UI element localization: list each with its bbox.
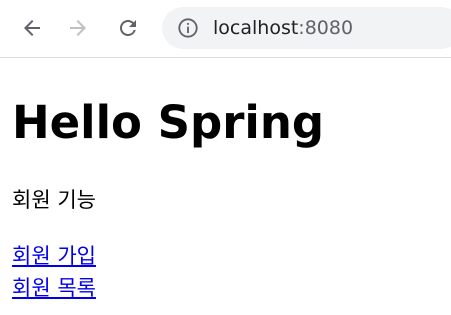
url-host: localhost (213, 17, 299, 39)
member-list-link[interactable]: 회원 목록 (12, 273, 96, 303)
arrow-right-icon (70, 20, 86, 36)
page-title: Hello Spring (12, 96, 325, 149)
browser-toolbar: localhost:8080 (0, 0, 451, 58)
forward-button[interactable] (63, 13, 93, 43)
info-icon[interactable] (177, 17, 199, 39)
section-label: 회원 기능 (12, 188, 96, 212)
member-join-link[interactable]: 회원 가입 (12, 241, 96, 271)
url-text[interactable]: localhost:8080 (213, 15, 353, 41)
address-bar[interactable]: localhost:8080 (162, 7, 451, 49)
reload-icon (120, 20, 136, 36)
reload-button[interactable] (113, 13, 143, 43)
url-port: :8080 (298, 17, 354, 39)
arrow-left-icon (24, 20, 40, 36)
back-button[interactable] (17, 13, 47, 43)
